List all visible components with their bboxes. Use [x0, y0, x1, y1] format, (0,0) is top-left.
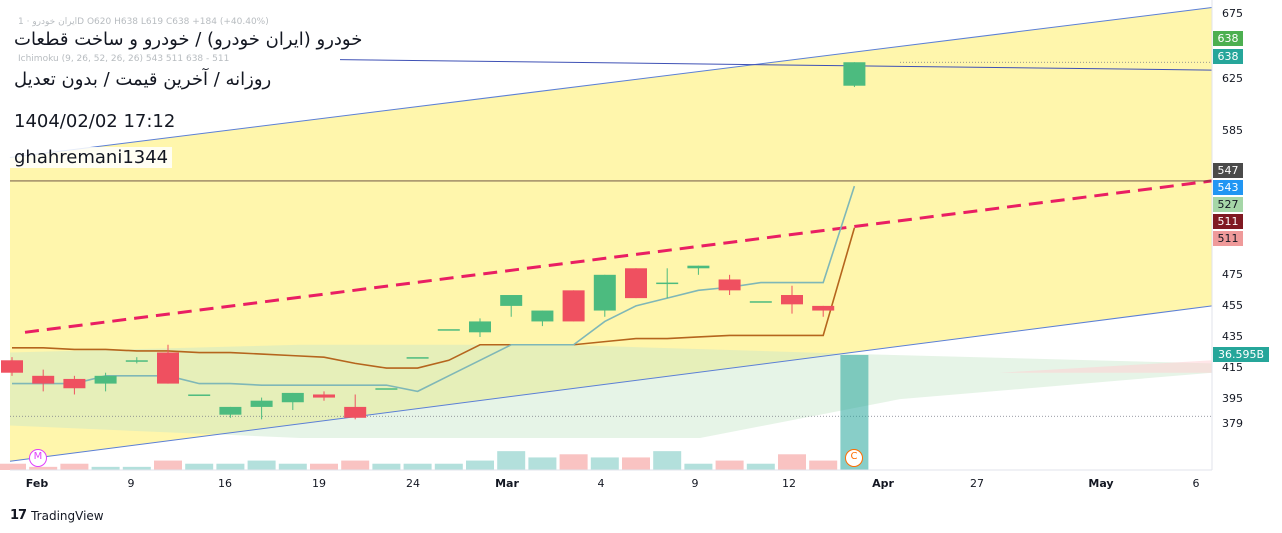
volume-bar	[403, 463, 432, 470]
time-tick-label: 24	[406, 477, 420, 490]
volume-bar	[622, 457, 650, 470]
candle-body	[500, 295, 523, 306]
price-tick-label: 585	[1222, 124, 1243, 138]
candle-body	[812, 305, 835, 311]
price-tick-label: 379	[1222, 417, 1243, 430]
time-tick-label: 27	[970, 477, 984, 490]
candle-body	[469, 321, 491, 333]
candle-body	[562, 290, 585, 322]
price-tag: 547	[1213, 163, 1243, 178]
candle-body	[406, 357, 429, 359]
volume-bar	[809, 460, 838, 470]
time-tick-label: 9	[127, 477, 135, 490]
volume-bar	[590, 457, 619, 470]
time-tick-label: 6	[1192, 477, 1200, 490]
candle-body	[188, 394, 211, 396]
candle-body	[656, 282, 679, 285]
volume-bar	[0, 463, 26, 470]
volume-bar	[60, 463, 89, 470]
volume-bar	[559, 454, 588, 470]
candle-body	[531, 310, 554, 322]
volume-bar	[528, 457, 557, 470]
tradingview-branding[interactable]: 17 TradingView	[10, 508, 104, 523]
price-tag: 511	[1213, 231, 1243, 246]
event-marker-m[interactable]: M	[29, 449, 47, 467]
chart-subtitle: روزانه / آخرین قیمت / بدون تعدیل	[10, 69, 276, 90]
volume-bar	[497, 451, 526, 470]
candle-body	[313, 394, 335, 398]
time-tick-label: 12	[782, 477, 796, 490]
ichimoku-legend: Ichimoku (9, 26, 52, 26, 26) 543 511 638…	[18, 54, 230, 64]
candle-body	[718, 279, 741, 291]
author-name: ghahremani1344	[10, 147, 173, 168]
volume-bar	[310, 463, 338, 470]
volume-bar	[653, 451, 682, 470]
timestamp: 1404/02/02 17:12	[10, 111, 180, 132]
tradingview-label: TradingView	[31, 508, 104, 523]
candle-body	[687, 265, 710, 269]
ichimoku-cloud	[10, 344, 1212, 438]
candle-body	[32, 375, 55, 384]
volume-bar	[247, 460, 276, 470]
time-tick-label: May	[1088, 477, 1114, 490]
volume-bar	[684, 463, 713, 470]
price-tick-label: 625	[1222, 72, 1243, 86]
price-tag: 36.595B	[1213, 347, 1269, 362]
price-tick-label: 415	[1222, 361, 1243, 375]
candle-body	[1, 360, 23, 373]
volume-bar	[185, 463, 214, 470]
volume-bar	[715, 460, 744, 470]
time-tick-label: 9	[691, 477, 699, 490]
ohlc-legend: ایران خودرو · 1D O620 H638 L619 C638 +18…	[18, 17, 269, 27]
candle-body	[125, 360, 148, 362]
candle-body	[437, 329, 460, 331]
time-tick-label: 19	[312, 477, 326, 490]
volume-bar	[778, 454, 806, 470]
price-tick-label: 455	[1222, 298, 1243, 312]
candle-body	[63, 378, 86, 389]
price-tick-label: 675	[1222, 7, 1243, 20]
price-tick-label: 435	[1222, 329, 1243, 343]
symbol-title: خودرو (ایران خودرو) / خودرو و ساخت قطعات	[10, 29, 367, 50]
time-tick-label: Apr	[872, 477, 894, 490]
time-tick-label: Feb	[25, 477, 49, 490]
candle-body	[375, 388, 398, 390]
price-tag: 527	[1213, 197, 1243, 212]
candle-body	[781, 295, 803, 305]
candle-body	[94, 375, 117, 384]
candle-body	[593, 274, 616, 311]
volume-bar	[372, 463, 401, 470]
volume-bar	[216, 463, 245, 470]
candle-body	[625, 268, 647, 299]
price-tag: 543	[1213, 180, 1243, 195]
candle-body	[281, 392, 304, 403]
candle-body	[250, 400, 273, 407]
candle-body	[843, 62, 866, 86]
time-tick-label: 4	[597, 477, 605, 490]
time-tick-label: 16	[218, 477, 232, 490]
volume-bar	[341, 460, 370, 470]
price-tick-label: 475	[1222, 267, 1243, 281]
tradingview-logo-icon: 17	[10, 508, 27, 523]
volume-bar	[466, 460, 494, 470]
volume-bar	[154, 460, 182, 470]
candle-body	[157, 352, 179, 384]
volume-bar	[278, 463, 307, 470]
candle-body	[344, 406, 367, 418]
candle-body	[749, 301, 772, 303]
time-tick-label: Mar	[495, 477, 519, 490]
event-marker-c[interactable]: C	[845, 449, 863, 467]
price-tag: 638	[1213, 49, 1243, 64]
candle-body	[219, 406, 242, 415]
price-tag: 511	[1213, 214, 1243, 229]
price-tick-label: 395	[1222, 392, 1243, 406]
volume-bar	[746, 463, 775, 470]
volume-bar	[434, 463, 463, 470]
price-tag: 638	[1213, 31, 1243, 46]
